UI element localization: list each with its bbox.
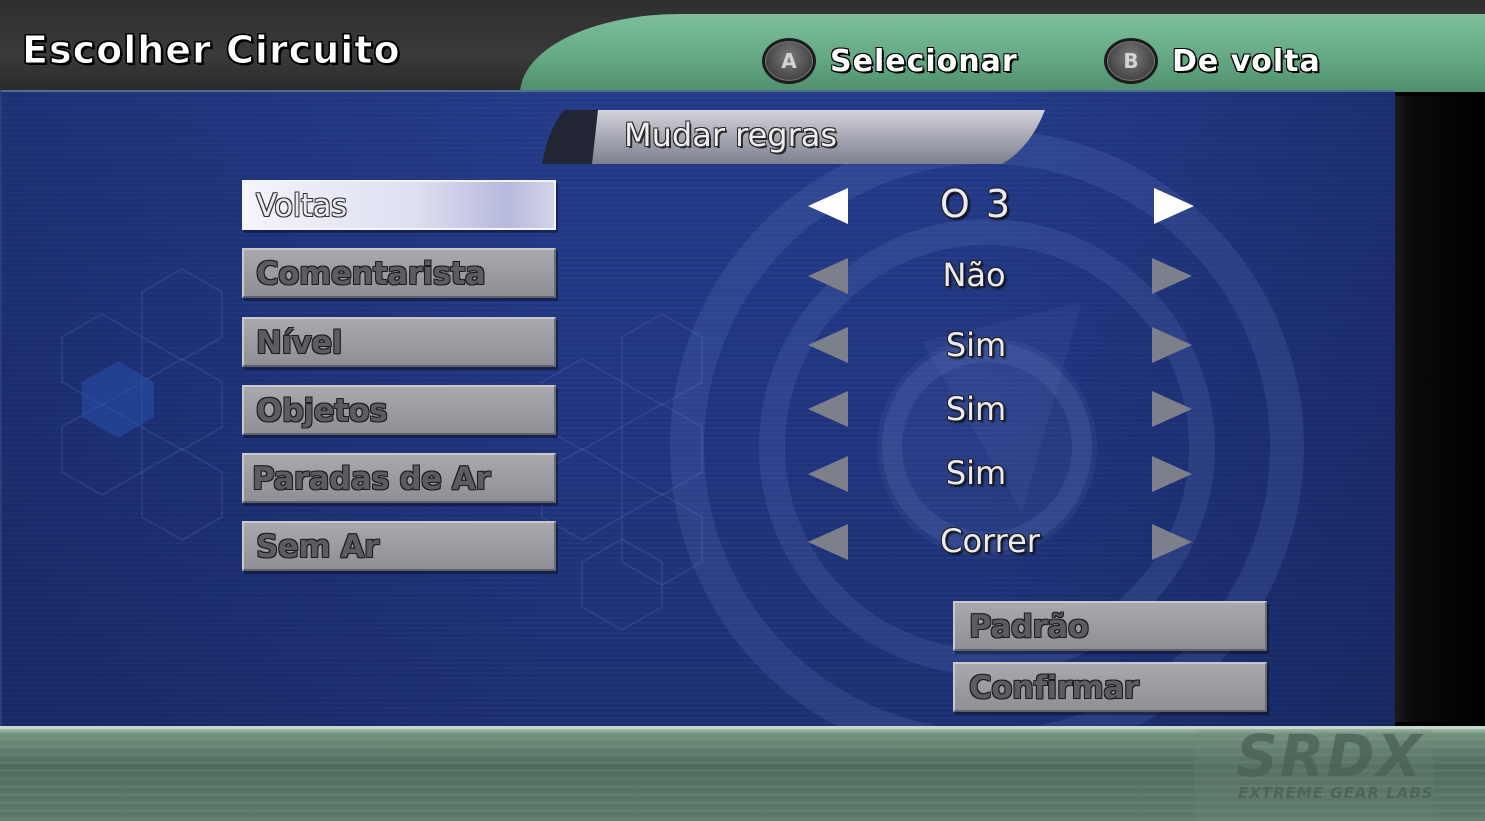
option-comentarista-button[interactable]: Comentarista [242,248,556,298]
option-value: Sim [945,326,1007,364]
option-sem-ar-button[interactable]: Sem Ar [242,521,556,571]
option-label: Voltas [256,188,347,224]
default-button-label: Padrão [969,609,1089,645]
confirm-button[interactable]: Confirmar [953,662,1267,712]
section-title: Mudar regras [624,116,838,154]
right-arrow-icon[interactable] [1150,454,1194,494]
section-tab: Mudar regras [540,108,1050,166]
brand-logo: SRDX [1236,722,1424,790]
option-label: Nível [256,325,342,361]
brand-tagline: EXTREME GEAR LABS [1238,784,1434,802]
right-arrow-icon[interactable] [1150,256,1194,296]
option-value: Sim [945,390,1007,428]
right-arrow-icon[interactable] [1150,522,1194,562]
hint-select-label: Selecionar [830,43,1018,79]
option-label: Objetos [256,393,388,429]
option-objetos-button[interactable]: Objetos [242,385,556,435]
hint-select: A Selecionar [762,38,1018,84]
b-button-icon: B [1104,38,1158,84]
right-arrow-icon[interactable] [1150,325,1194,365]
page-title: Escolher Circuito [22,28,401,73]
option-paradas-de-ar-button[interactable]: Paradas de Ar [242,453,556,503]
option-label: Sem Ar [256,529,379,565]
option-label: Comentarista [256,256,486,292]
a-button-icon: A [762,38,816,84]
right-arrow-icon[interactable] [1152,186,1196,226]
option-value: Correr [940,522,1040,560]
option-value: O 3 [939,182,1013,226]
hint-back-label: De volta [1172,43,1321,79]
option-value: Sim [945,454,1007,492]
option-label: Paradas de Ar [252,461,491,497]
option-nivel-button[interactable]: Nível [242,317,556,367]
default-button[interactable]: Padrão [953,601,1267,651]
right-arrow-icon[interactable] [1150,389,1194,429]
hint-back: B De volta [1104,38,1321,84]
option-voltas-button[interactable]: Voltas [242,180,556,230]
right-edge-bar [1395,96,1485,722]
confirm-button-label: Confirmar [969,670,1139,706]
option-value: Não [942,256,1006,294]
